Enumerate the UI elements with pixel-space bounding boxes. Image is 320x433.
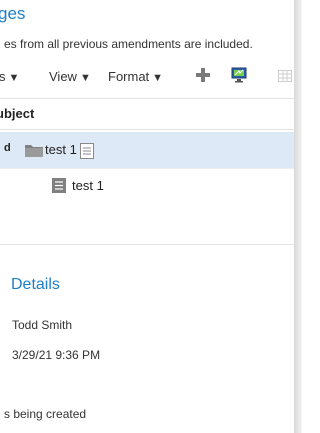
amendments-note: es from all previous amendments are incl… bbox=[4, 37, 253, 51]
toolbar: s ▼ View ▼ Format ▼ bbox=[0, 64, 294, 92]
status-value: s being created bbox=[4, 407, 87, 421]
folder-icon bbox=[25, 145, 43, 157]
subject-column-header[interactable]: ubject bbox=[0, 106, 34, 121]
details-section-title: Details bbox=[11, 276, 60, 293]
plus-icon[interactable] bbox=[195, 67, 211, 83]
owner-value: Todd Smith bbox=[12, 318, 73, 332]
actions-menu[interactable]: s ▼ bbox=[0, 69, 19, 84]
date-value: 3/29/21 9:36 PM bbox=[12, 348, 101, 362]
view-menu-label: View bbox=[49, 69, 77, 84]
monitor-icon[interactable] bbox=[231, 67, 247, 83]
format-menu[interactable]: Format ▼ bbox=[108, 69, 163, 84]
divider bbox=[0, 129, 294, 130]
divider bbox=[0, 244, 294, 245]
table-row-folder[interactable]: d test 1 bbox=[0, 132, 294, 168]
row-label: test 1 bbox=[45, 142, 77, 157]
row-label: test 1 bbox=[72, 178, 104, 193]
details-panel: ges es from all previous amendments are … bbox=[0, 0, 294, 433]
caret-down-icon: ▼ bbox=[8, 72, 20, 84]
document-icon bbox=[52, 178, 66, 193]
panel-title: ges bbox=[0, 4, 26, 23]
document-outline-icon[interactable] bbox=[80, 143, 94, 159]
table-row-document[interactable]: test 1 bbox=[0, 169, 294, 203]
caret-down-icon: ▼ bbox=[79, 72, 91, 84]
grid-icon[interactable] bbox=[278, 70, 292, 82]
actions-menu-label: s bbox=[0, 69, 6, 84]
divider bbox=[0, 98, 294, 99]
panel-edge bbox=[294, 0, 302, 433]
format-menu-label: Format bbox=[108, 69, 150, 84]
row-toggle[interactable]: d bbox=[4, 142, 11, 154]
caret-down-icon: ▼ bbox=[152, 72, 164, 84]
view-menu[interactable]: View ▼ bbox=[49, 69, 91, 84]
